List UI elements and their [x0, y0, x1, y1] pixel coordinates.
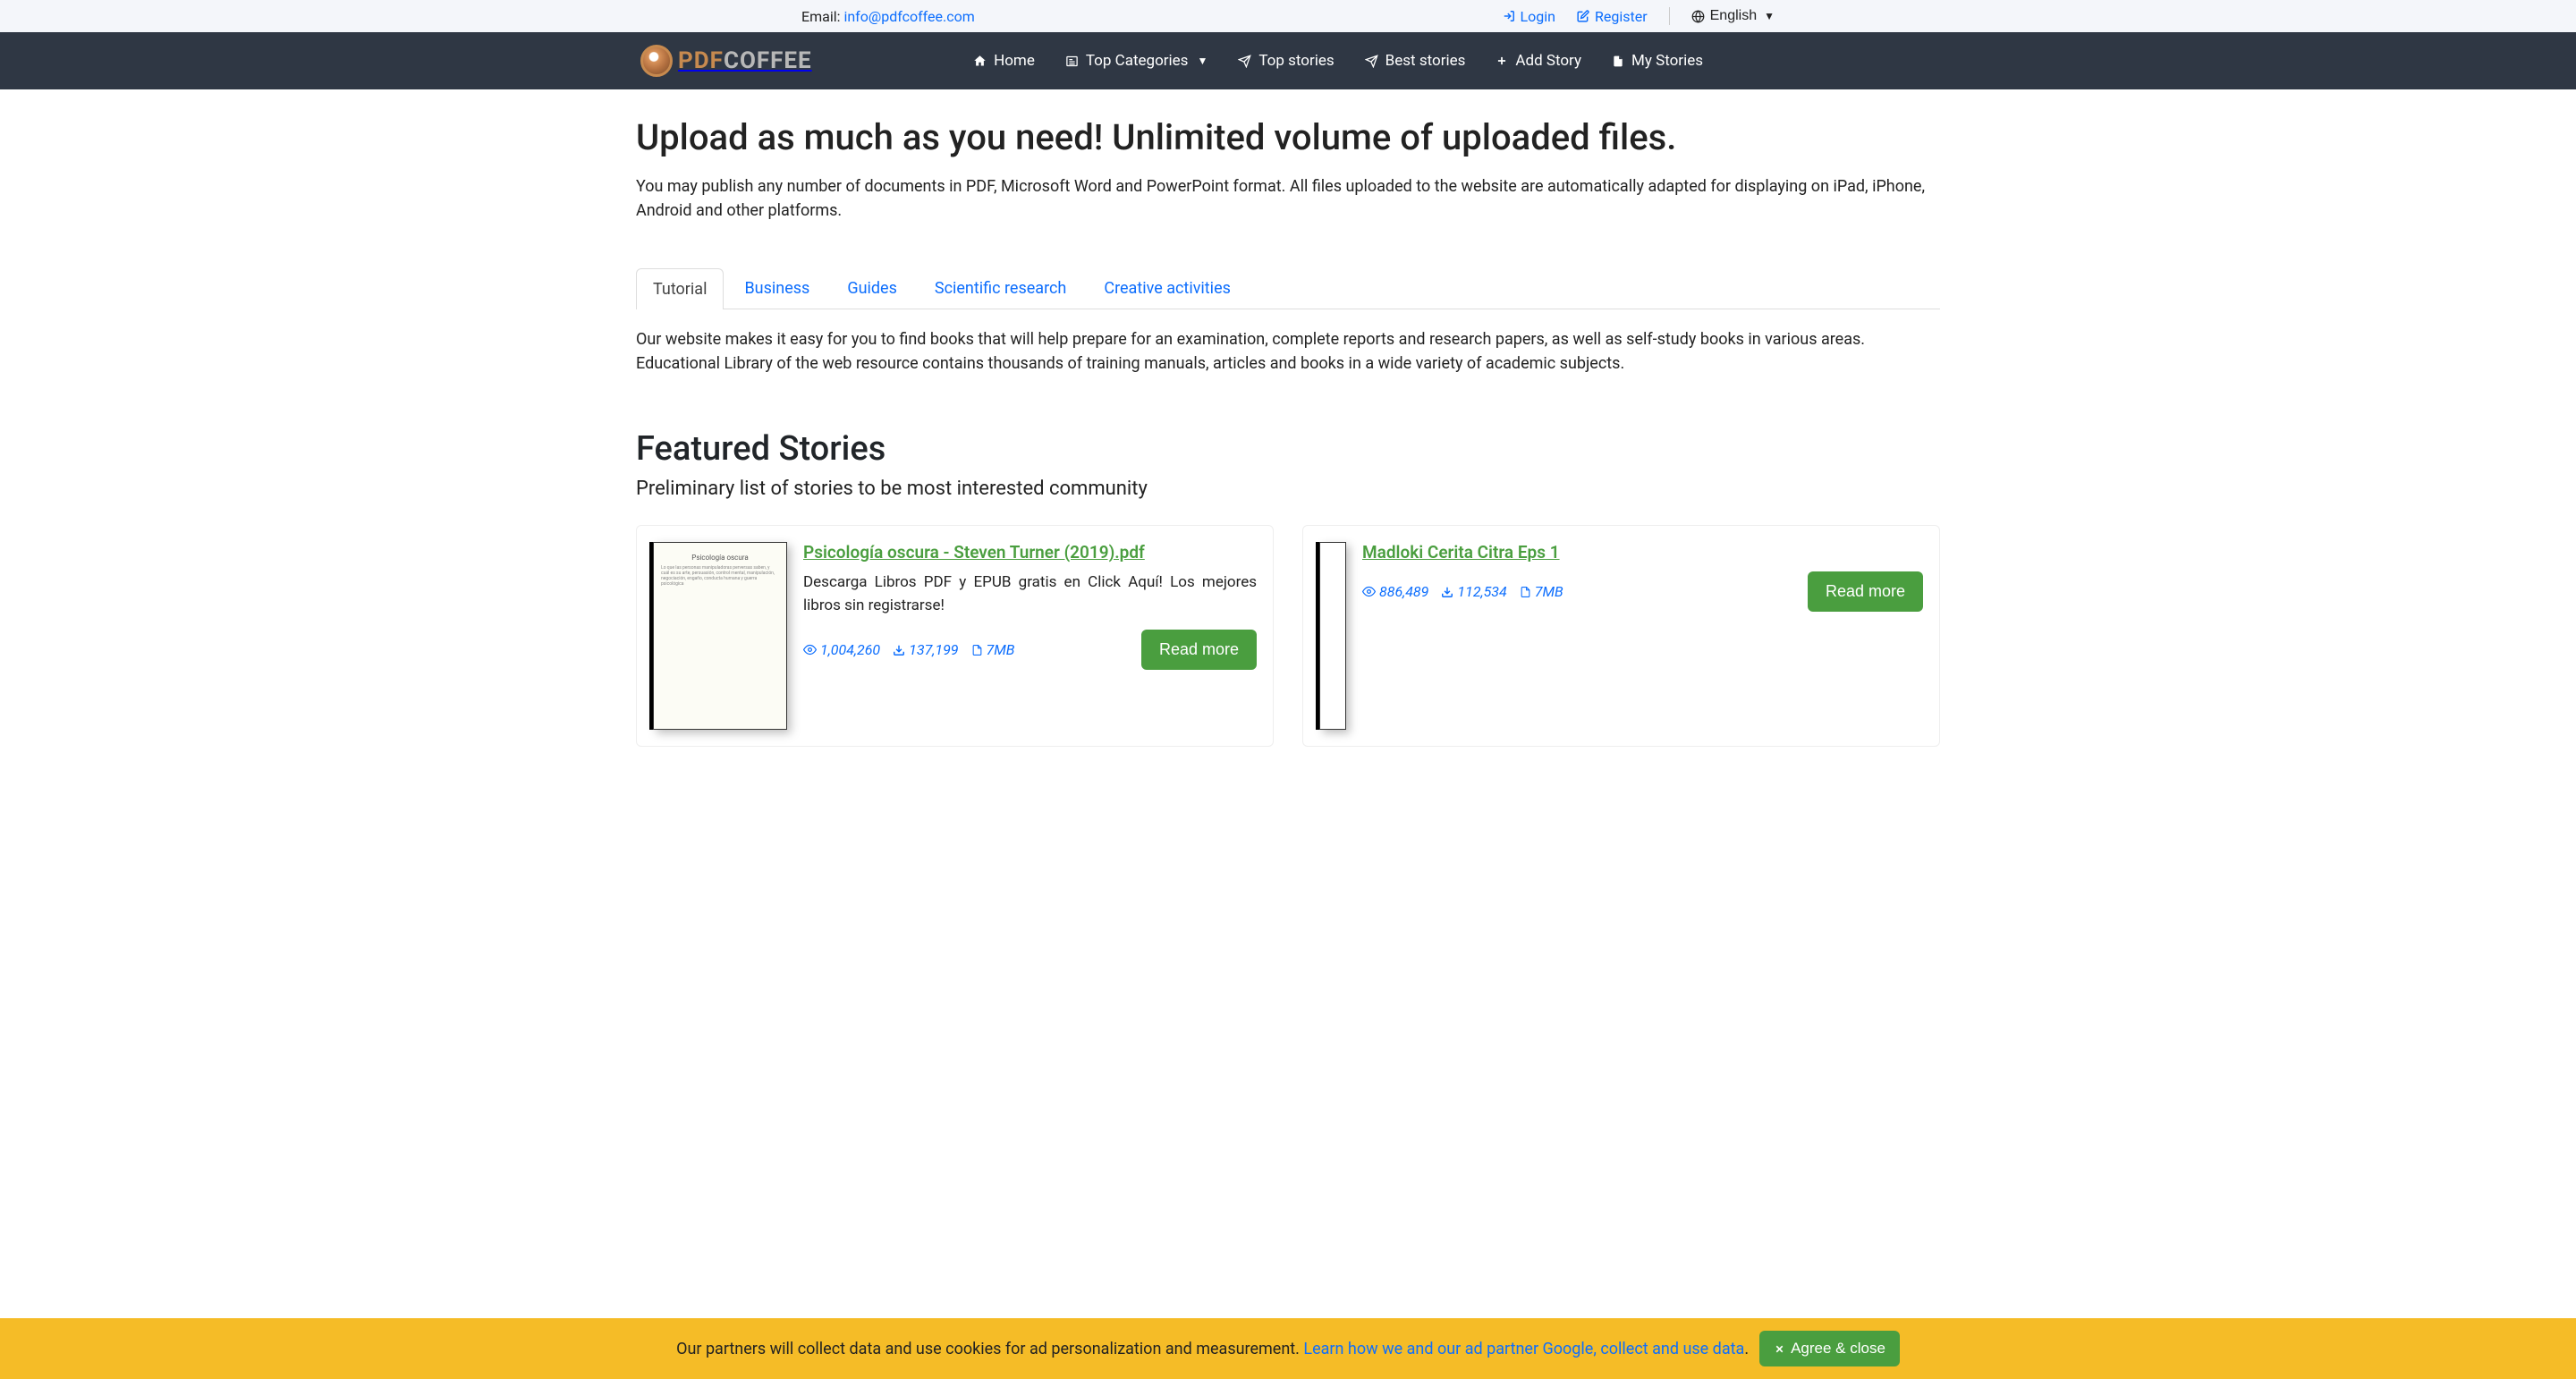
thumb-title: Psicología oscura [654, 543, 786, 562]
nav-best-stories[interactable]: Best stories [1365, 52, 1466, 70]
login-link[interactable]: Login [1503, 8, 1555, 25]
story-views: 886,489 [1362, 583, 1428, 600]
nav-add-story-label: Add Story [1515, 52, 1581, 70]
home-icon [973, 55, 987, 68]
topbar-email: Email: info@pdfcoffee.com [640, 8, 975, 25]
hero-sub: You may publish any number of documents … [636, 174, 1940, 223]
tab-scientific-research[interactable]: Scientific research [918, 267, 1083, 309]
story-meta: 886,489 112,534 7MB [1362, 583, 1563, 600]
language-label: English [1710, 8, 1757, 24]
nav-my-stories[interactable]: My Stories [1612, 52, 1703, 70]
featured-sub: Preliminary list of stories to be most i… [636, 478, 1940, 500]
send-icon [1238, 55, 1251, 68]
newspaper-icon [1065, 55, 1079, 68]
tabs: Tutorial Business Guides Scientific rese… [636, 267, 1940, 309]
agree-label: Agree & close [1791, 1340, 1885, 1358]
topbar-divider [1669, 7, 1670, 25]
globe-icon [1691, 10, 1705, 23]
caret-down-icon: ▼ [1764, 10, 1775, 22]
nav-my-stories-label: My Stories [1631, 52, 1703, 70]
story-thumbnail[interactable] [1319, 542, 1346, 730]
register-label: Register [1595, 8, 1648, 25]
login-label: Login [1521, 8, 1555, 25]
featured-title: Featured Stories [636, 429, 1940, 469]
close-icon [1774, 1343, 1785, 1355]
eye-icon [803, 643, 817, 656]
story-title[interactable]: Psicología oscura - Steven Turner (2019)… [803, 542, 1257, 563]
tab-tutorial[interactable]: Tutorial [636, 268, 724, 309]
story-views: 1,004,260 [803, 641, 880, 658]
hero-title: Upload as much as you need! Unlimited vo… [636, 116, 1940, 158]
register-link[interactable]: Register [1577, 8, 1648, 25]
tab-content: Our website makes it easy for you to fin… [636, 327, 1940, 376]
story-meta: 1,004,260 137,199 7MB [803, 641, 1014, 658]
tab-creative-activities[interactable]: Creative activities [1087, 267, 1248, 309]
story-card: Psicología oscura Lo que las personas ma… [636, 525, 1274, 747]
story-title[interactable]: Madloki Cerita Citra Eps 1 [1362, 542, 1923, 563]
nav-home-label: Home [994, 52, 1035, 70]
file-icon [1612, 55, 1624, 68]
nav-top-stories-label: Top stories [1258, 52, 1334, 70]
email-link[interactable]: info@pdfcoffee.com [843, 8, 974, 25]
tab-business[interactable]: Business [727, 267, 826, 309]
nav-top-categories[interactable]: Top Categories ▼ [1065, 52, 1208, 70]
nav-top-categories-label: Top Categories [1086, 52, 1189, 70]
download-icon [1441, 586, 1453, 598]
tab-guides[interactable]: Guides [830, 267, 914, 309]
file-icon [971, 644, 983, 656]
read-more-button[interactable]: Read more [1808, 571, 1923, 612]
thumb-text: Lo que las personas manipuladoras perver… [654, 562, 786, 590]
story-thumbnail[interactable]: Psicología oscura Lo que las personas ma… [653, 542, 787, 730]
nav-top-stories[interactable]: Top stories [1238, 52, 1334, 70]
story-size: 7MB [1520, 583, 1563, 600]
agree-close-button[interactable]: Agree & close [1759, 1331, 1900, 1366]
eye-icon [1362, 585, 1376, 598]
caret-down-icon: ▼ [1197, 55, 1208, 67]
cookie-text: Our partners will collect data and use c… [676, 1340, 1749, 1358]
file-icon [1520, 586, 1531, 598]
logo-pdf: PDF [678, 47, 724, 74]
cookie-link[interactable]: Learn how we and our ad partner Google, … [1303, 1340, 1744, 1358]
send-icon [1365, 55, 1378, 68]
download-icon [893, 644, 905, 656]
email-label: Email: [801, 8, 843, 25]
story-downloads: 112,534 [1441, 583, 1506, 600]
navbar: PDFCOFFEE Home Top Categories ▼ Top stor… [0, 32, 2576, 89]
read-more-button[interactable]: Read more [1141, 630, 1257, 670]
story-downloads: 137,199 [893, 641, 958, 658]
logo-icon [640, 45, 673, 77]
nav-add-story[interactable]: Add Story [1496, 52, 1581, 70]
logo[interactable]: PDFCOFFEE [640, 45, 812, 77]
language-dropdown[interactable]: English ▼ [1691, 8, 1775, 24]
topbar: Email: info@pdfcoffee.com Login Register… [0, 0, 2576, 32]
login-icon [1503, 10, 1515, 22]
story-desc: Descarga Libros PDF y EPUB gratis en Cli… [803, 571, 1257, 617]
nav-home[interactable]: Home [973, 52, 1035, 70]
cookie-banner: Our partners will collect data and use c… [0, 1318, 2576, 1379]
story-card: Madloki Cerita Citra Eps 1 886,489 112,5… [1302, 525, 1940, 747]
register-icon [1577, 10, 1589, 22]
nav-best-stories-label: Best stories [1385, 52, 1466, 70]
logo-coffee: COFFEE [724, 47, 812, 74]
plus-icon [1496, 55, 1508, 67]
story-size: 7MB [971, 641, 1015, 658]
